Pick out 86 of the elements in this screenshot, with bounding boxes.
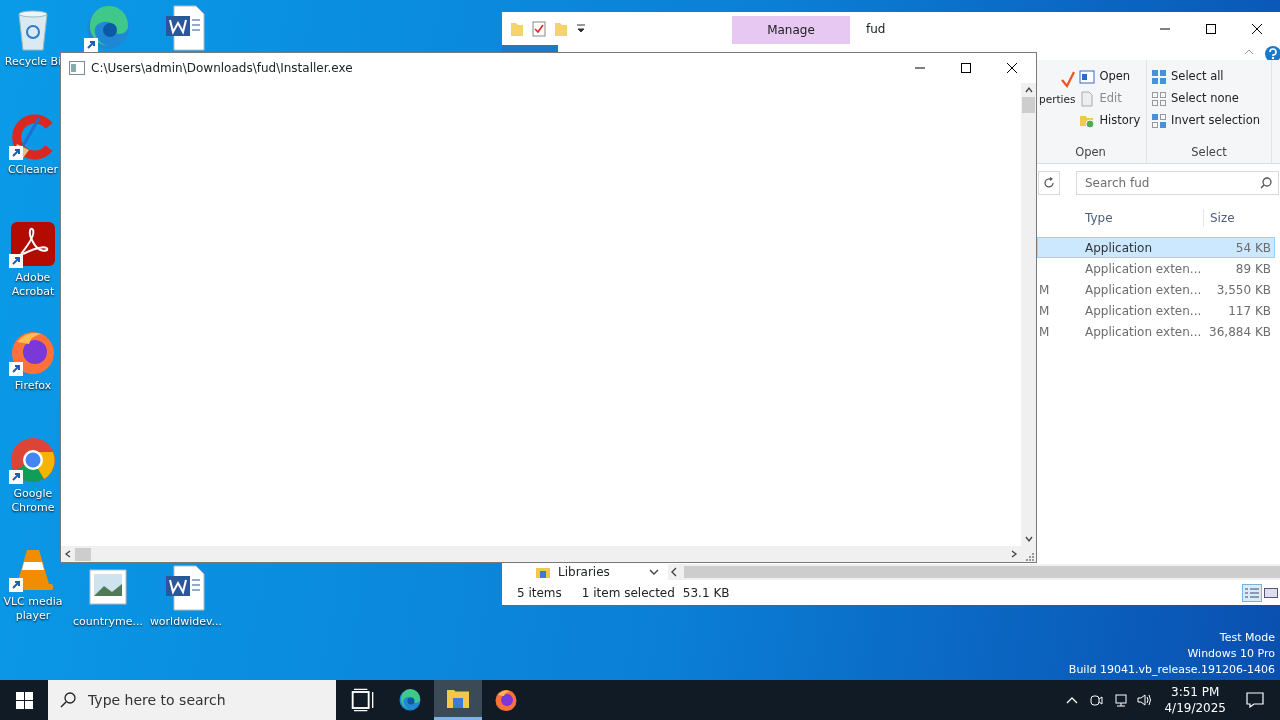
document-icon <box>1079 91 1096 107</box>
icon-label[interactable]: CCleaner <box>7 163 59 177</box>
libraries-icon <box>536 566 550 578</box>
scroll-thumb[interactable] <box>1022 97 1035 113</box>
edge-shortcut-icon[interactable] <box>84 4 132 52</box>
close-icon <box>1252 23 1262 34</box>
group-label: Open <box>1074 143 1107 161</box>
invert-selection-icon <box>1151 113 1167 129</box>
details-view-icon <box>1245 588 1259 598</box>
icon-label[interactable]: Google Chrome <box>2 487 64 515</box>
maximize-icon <box>961 63 971 73</box>
large-icons-icon <box>1264 588 1278 598</box>
status-text: 53.1 KB <box>682 585 730 602</box>
help-icon[interactable] <box>1262 45 1280 60</box>
open-icon <box>1079 69 1096 85</box>
volume-icon[interactable] <box>1137 693 1152 707</box>
icon-label[interactable]: countryme... <box>72 615 143 629</box>
refresh-icon <box>1043 177 1055 189</box>
windows-logo-icon <box>15 691 33 709</box>
icon-label[interactable]: Recycle Bi <box>4 55 62 69</box>
app-icon <box>69 61 85 75</box>
type-text: Application exten... <box>1085 260 1203 278</box>
date-text: M <box>1038 323 1051 341</box>
window-title: fud <box>866 20 887 38</box>
select-all-icon <box>1151 69 1167 85</box>
file-row[interactable]: M Application exten... 117 KB <box>1037 300 1275 321</box>
close-icon <box>1007 63 1017 73</box>
properties-button[interactable]: perties <box>1039 66 1076 132</box>
ribbon-button[interactable]: Select all <box>1151 66 1267 88</box>
refresh-button[interactable] <box>1038 171 1060 195</box>
task-view-icon <box>350 688 374 712</box>
notification-icon[interactable] <box>1246 692 1264 708</box>
select-none-icon <box>1151 91 1167 107</box>
properties-icon[interactable] <box>532 20 546 37</box>
meet-icon[interactable] <box>1089 693 1104 707</box>
os-notice-text: Test Mode <box>1219 630 1275 646</box>
size-text: 3,550 KB <box>1215 281 1271 299</box>
status-text: 1 item selected <box>581 585 675 602</box>
search-icon <box>1260 177 1272 189</box>
history-icon <box>1079 113 1096 129</box>
clock[interactable]: 3:51 PM 4/19/2025 <box>1156 684 1234 716</box>
ribbon-button[interactable]: Invert selection <box>1151 110 1267 132</box>
horizontal-scrollbar[interactable] <box>668 564 1280 580</box>
edge-icon <box>398 688 422 712</box>
acrobat-shortcut-icon[interactable] <box>9 220 57 268</box>
file-row[interactable]: Application exten... 89 KB <box>1037 258 1275 279</box>
size-text: 36,884 KB <box>1208 323 1271 341</box>
status-text: 5 items <box>517 585 562 602</box>
scroll-thumb[interactable] <box>75 547 91 561</box>
size-text: 117 KB <box>1227 302 1271 320</box>
column-header[interactable]: Type <box>1085 209 1203 227</box>
manage-tab[interactable]: Manage <box>732 16 850 44</box>
size-text: 54 KB <box>1234 239 1271 257</box>
icon-label[interactable]: Adobe Acrobat <box>2 271 64 299</box>
vertical-scrollbar[interactable] <box>1021 83 1036 546</box>
type-text: Application exten... <box>1085 323 1203 341</box>
firefox-icon <box>494 688 518 712</box>
file-row[interactable]: M Application exten... 3,550 KB <box>1037 279 1275 300</box>
horizontal-scrollbar[interactable] <box>61 546 1021 562</box>
scroll-thumb[interactable] <box>684 566 1280 578</box>
network-icon[interactable] <box>1113 693 1128 707</box>
size-text: 89 KB <box>1234 260 1271 278</box>
ribbon-button[interactable]: History <box>1079 110 1141 132</box>
type-text: Application <box>1085 239 1154 257</box>
date-text: M <box>1038 281 1051 299</box>
group-label: Select <box>1190 143 1228 161</box>
ribbon-button[interactable]: Open <box>1079 66 1141 88</box>
chrome-shortcut-icon[interactable] <box>9 436 57 484</box>
icon-label[interactable]: VLC media player <box>2 595 64 623</box>
window-title: C:\Users\admin\Downloads\fud\Installer.exe <box>91 60 354 77</box>
type-text: Application exten... <box>1085 302 1203 320</box>
search-field[interactable]: Search fud <box>1076 171 1279 195</box>
icon-label[interactable]: Firefox <box>14 379 52 393</box>
nav-item[interactable]: Libraries <box>536 563 648 581</box>
maximize-icon <box>1206 23 1216 34</box>
icon-label[interactable]: worldwidev... <box>149 615 223 629</box>
date-text: M <box>1038 302 1051 320</box>
file-row[interactable]: M Application exten... 36,884 KB <box>1037 321 1275 342</box>
search-field[interactable]: Type here to search <box>48 680 336 720</box>
column-header[interactable]: Size <box>1203 209 1277 227</box>
file-row[interactable]: Application 54 KB <box>1037 237 1275 258</box>
type-text: Application exten... <box>1085 281 1203 299</box>
ribbon-button[interactable]: Select none <box>1151 88 1267 110</box>
os-notice-text: Windows 10 Pro <box>1187 646 1275 662</box>
os-notice-text: Build 19041.vb_release.191206-1406 <box>1068 662 1275 678</box>
search-icon <box>60 692 76 708</box>
